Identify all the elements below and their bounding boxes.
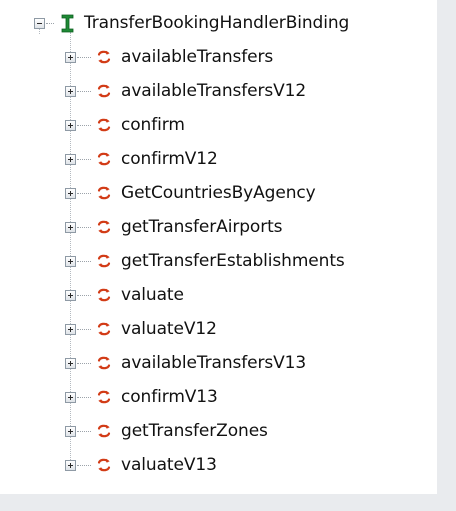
operation-label: valuate [121, 285, 184, 305]
root-label: TransferBookingHandlerBinding [84, 13, 350, 33]
bottom-band [0, 494, 437, 511]
operation-icon [95, 252, 113, 270]
expand-icon[interactable] [65, 323, 76, 335]
tree-node-operation[interactable]: confirmV12 [65, 142, 218, 176]
operation-label: getTransferZones [121, 421, 268, 441]
expand-icon[interactable] [65, 119, 76, 131]
tree-node-operation[interactable]: confirmV13 [65, 380, 218, 414]
expand-icon[interactable] [65, 153, 76, 165]
operation-icon [95, 456, 113, 474]
tree-node-operation[interactable]: availableTransfers [65, 40, 273, 74]
operation-label: getTransferEstablishments [121, 251, 345, 271]
operation-label: confirmV13 [121, 387, 218, 407]
tree-node-operation[interactable]: confirm [65, 108, 185, 142]
expand-icon[interactable] [65, 357, 76, 369]
operation-icon [95, 388, 113, 406]
expand-icon[interactable] [65, 459, 76, 471]
tree-node-root[interactable]: TransferBookingHandlerBinding [34, 6, 349, 40]
operation-label: valuateV12 [121, 319, 217, 339]
tree-connector [77, 124, 91, 126]
operation-icon [95, 422, 113, 440]
operation-icon [95, 218, 113, 236]
binding-icon [58, 14, 76, 32]
tree-node-operation[interactable]: availableTransfersV13 [65, 346, 306, 380]
operation-icon [95, 116, 113, 134]
operation-label: confirmV12 [121, 149, 218, 169]
expand-icon[interactable] [65, 85, 76, 97]
tree-connector [77, 464, 91, 466]
expand-icon[interactable] [65, 221, 76, 233]
tree-connector [77, 430, 91, 432]
expand-icon[interactable] [65, 255, 76, 267]
tree-node-operation[interactable]: availableTransfersV12 [65, 74, 306, 108]
operation-label: valuateV13 [121, 455, 217, 475]
operation-label: GetCountriesByAgency [121, 183, 316, 203]
tree-connector [77, 328, 91, 330]
operation-label: availableTransfers [121, 47, 274, 67]
operation-label: confirm [121, 115, 185, 135]
operation-icon [95, 48, 113, 66]
expand-icon[interactable] [65, 425, 76, 437]
tree-panel: TransferBookingHandlerBinding availableT… [0, 0, 437, 511]
tree-node-operation[interactable]: valuateV13 [65, 448, 217, 482]
tree-node-operation[interactable]: GetCountriesByAgency [65, 176, 316, 210]
tree-node-operation[interactable]: getTransferAirports [65, 210, 283, 244]
tree-connector [77, 56, 91, 58]
tree-connector [77, 158, 91, 160]
tree-connector [77, 260, 91, 262]
tree-node-operation[interactable]: getTransferZones [65, 414, 268, 448]
expand-icon[interactable] [65, 51, 76, 63]
tree-node-operation[interactable]: valuateV12 [65, 312, 217, 346]
expand-icon[interactable] [65, 391, 76, 403]
operation-label: getTransferAirports [121, 217, 283, 237]
right-gutter [437, 0, 456, 511]
operation-icon [95, 354, 113, 372]
tree-connector [77, 226, 91, 228]
tree-connector [77, 90, 91, 92]
tree-connector [77, 362, 91, 364]
expand-icon[interactable] [65, 187, 76, 199]
operation-icon [95, 286, 113, 304]
operation-icon [95, 150, 113, 168]
tree-node-operation[interactable]: valuate [65, 278, 184, 312]
operation-label: availableTransfersV13 [121, 353, 307, 373]
operation-icon [95, 320, 113, 338]
expand-icon[interactable] [65, 289, 76, 301]
operation-icon [95, 82, 113, 100]
tree-connector [77, 396, 91, 398]
tree-node-operation[interactable]: getTransferEstablishments [65, 244, 345, 278]
operation-label: availableTransfersV12 [121, 81, 307, 101]
collapse-icon[interactable] [34, 17, 45, 29]
operation-icon [95, 184, 113, 202]
tree-connector [46, 22, 54, 24]
tree-connector [77, 294, 91, 296]
tree-connector [77, 192, 91, 194]
